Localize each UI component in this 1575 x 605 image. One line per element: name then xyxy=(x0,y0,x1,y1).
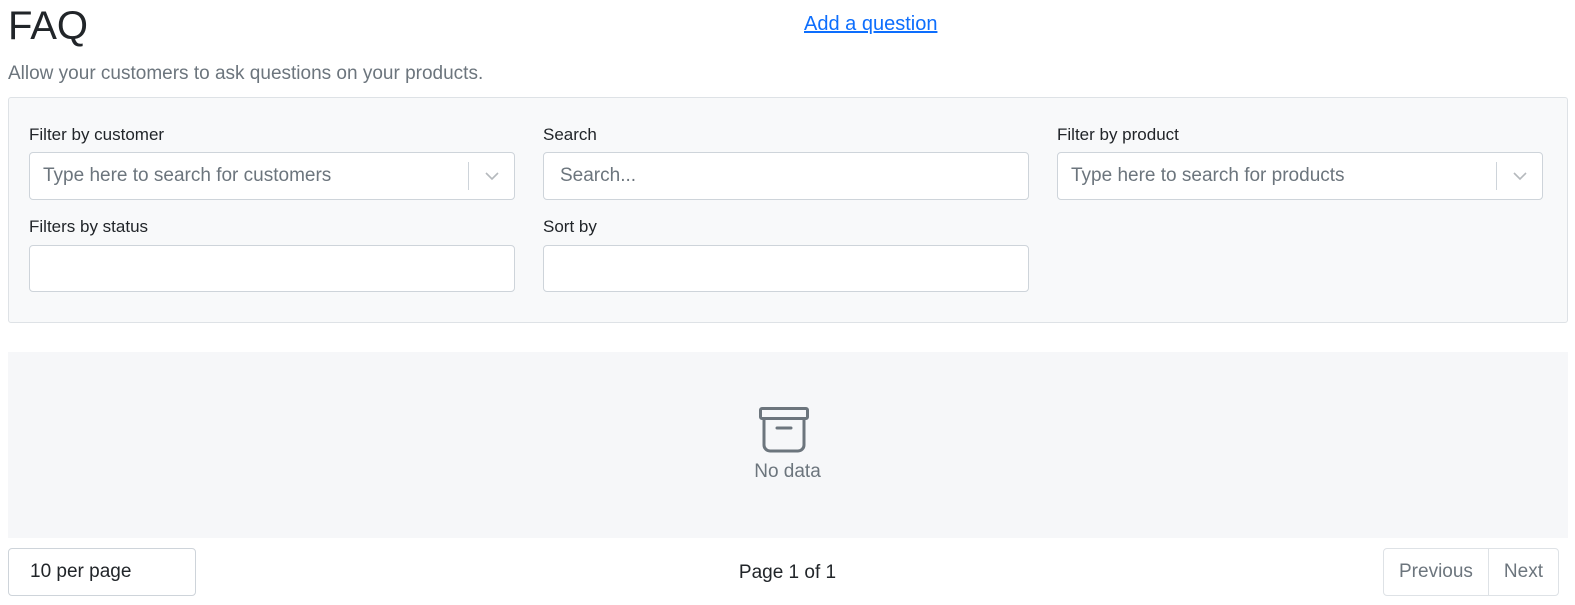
page-subtitle: Allow your customers to ask questions on… xyxy=(8,63,484,84)
sort-by-label: Sort by xyxy=(543,217,597,236)
page-title: FAQ xyxy=(8,4,89,48)
status-filter-label: Filters by status xyxy=(29,217,149,236)
search-input[interactable]: Search... xyxy=(543,152,1029,200)
customer-filter-select[interactable]: Type here to search for customers xyxy=(29,152,515,200)
next-button[interactable]: Next xyxy=(1487,549,1558,595)
archive-box-icon xyxy=(759,407,809,453)
product-filter-placeholder: Type here to search for products xyxy=(1071,165,1345,186)
add-question-link[interactable]: Add a question xyxy=(804,12,937,36)
faq-page: FAQ Add a question Allow your customers … xyxy=(0,0,1575,605)
chevron-down-icon[interactable] xyxy=(469,153,514,199)
product-filter-select[interactable]: Type here to search for products xyxy=(1057,152,1543,200)
sort-by-select[interactable] xyxy=(543,245,1029,292)
pagination-controls: Previous Next xyxy=(1383,548,1559,596)
empty-state-text: No data xyxy=(754,461,821,482)
search-placeholder: Search... xyxy=(560,165,637,186)
customer-filter-placeholder: Type here to search for customers xyxy=(43,165,332,186)
previous-button[interactable]: Previous xyxy=(1384,549,1488,595)
page-info: Page 1 of 1 xyxy=(738,562,837,583)
chevron-down-icon[interactable] xyxy=(1497,153,1542,199)
product-filter-label: Filter by product xyxy=(1057,125,1179,144)
customer-filter-label: Filter by customer xyxy=(29,125,165,144)
search-label: Search xyxy=(543,125,597,144)
status-filter-select[interactable] xyxy=(29,245,515,292)
